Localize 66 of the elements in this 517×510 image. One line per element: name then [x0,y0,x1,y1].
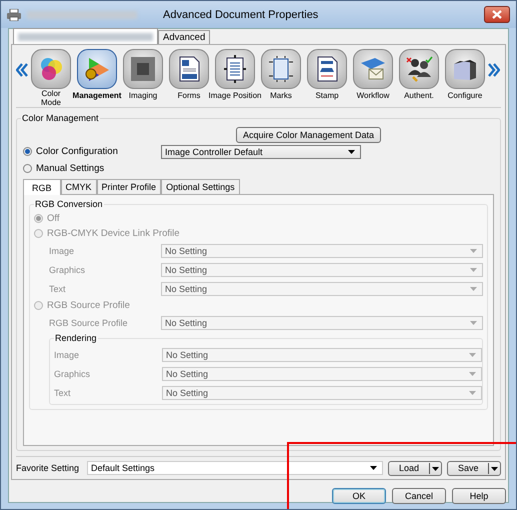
tab[interactable] [13,28,158,44]
toolbar-button[interactable] [77,49,117,89]
favorite-dropdown[interactable]: Default Settings [87,461,383,475]
dialog-button[interactable]: OK [332,488,386,504]
group-title: Rendering [54,333,98,343]
dropdown-arrow-icon [469,352,476,356]
tab[interactable]: CMYK [60,179,97,194]
toolbar-label: Marks [270,91,292,100]
halftone-icon [129,55,157,83]
field-label: Graphics [49,264,86,274]
split-button[interactable]: Load [388,460,442,476]
radio-option[interactable]: Color Configuration [23,146,161,157]
color-gamut-icon [83,55,111,83]
page-position-icon [221,55,249,83]
tab[interactable]: Advanced [158,30,210,44]
field-label: Text [54,388,72,398]
toolbar-label: Image Position [208,91,262,100]
configuration-dropdown[interactable]: Image Controller Default [161,144,361,158]
dropdown-arrow-icon [470,286,477,290]
crop-marks-icon [267,55,295,83]
toolbar-label: Authent. [404,91,434,100]
toolbar-label: Workflow [356,91,390,100]
toolbar-label: Imaging [128,91,158,100]
window-title: Advanced Document Properties [163,8,320,20]
field-label: RGB Source Profile [49,318,129,328]
toolbar-button[interactable] [215,49,255,89]
toolbar-button[interactable] [169,49,209,89]
field-label: Graphics [54,368,92,378]
field-label: Favorite Setting [16,463,80,473]
tab[interactable]: RGB [23,179,61,195]
dialog-button[interactable]: Help [452,488,506,504]
tab[interactable]: Optional Settings [161,179,240,194]
scroll-right-icon[interactable] [488,63,500,77]
field-label: Image [54,350,80,360]
close-button[interactable] [484,6,510,23]
toolbar-label: Color Mode [40,89,62,107]
dropdown-arrow-icon [470,268,477,272]
dropdown-arrow-icon [469,390,476,394]
dropdown-arrow-icon [370,466,377,470]
toolbar-label: Management [72,91,122,100]
dialog-button[interactable]: Cancel [392,488,446,504]
dropdown-arrow-icon [348,150,355,154]
dropdown-arrow-icon [488,462,498,474]
toolbar-label: Forms [178,91,200,100]
dropdown-arrow-icon [470,320,477,324]
group-title: Color Management [21,113,100,123]
close-icon [492,10,502,19]
group-title: RGB Conversion [34,199,104,209]
scroll-left-icon[interactable] [16,63,28,77]
toolbar-button[interactable] [261,49,301,89]
dropdown-arrow-icon [470,248,477,252]
toolbar-label: Configure [448,91,482,100]
radio-option[interactable]: Manual Settings [23,163,161,174]
toolbar-button[interactable] [123,49,163,89]
toolbar-button[interactable] [445,49,485,89]
toolbar-label: Stamp [315,91,339,100]
field-label: Text [49,284,67,294]
field-label: Image [49,246,76,256]
dropdown-arrow-icon [469,372,476,376]
tab[interactable]: Printer Profile [96,179,162,194]
toolbar-button[interactable] [399,49,439,89]
split-button[interactable]: Save [447,460,501,476]
users-icon [405,55,433,83]
toolbar-button[interactable] [307,49,347,89]
dropdown-arrow-icon [429,462,439,474]
acquire-button[interactable]: Acquire Color Management Data [236,127,382,143]
